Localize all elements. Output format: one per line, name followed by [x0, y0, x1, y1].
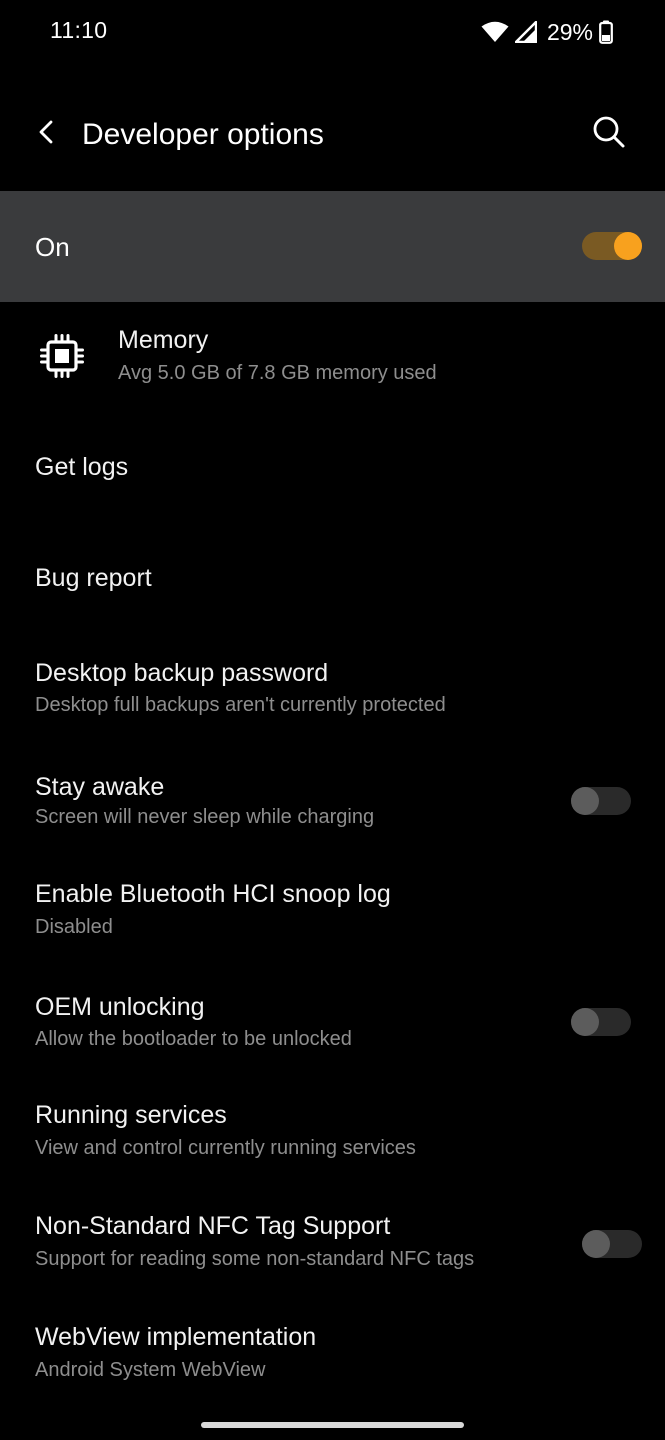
toggle-thumb	[582, 1230, 610, 1258]
app-bar: Developer options	[0, 80, 665, 190]
toggle-thumb	[571, 1008, 599, 1036]
status-bar: 11:10 29%	[0, 0, 665, 64]
master-switch-row[interactable]: On	[0, 191, 665, 302]
get-logs-title: Get logs	[35, 453, 129, 481]
oem-unlocking-toggle[interactable]	[571, 1008, 631, 1036]
nfc-tag-support-title: Non-Standard NFC Tag Support	[35, 1212, 391, 1240]
back-arrow-icon	[36, 118, 56, 151]
memory-chip-icon	[40, 334, 84, 378]
nfc-tag-support-subtitle: Support for reading some non-standard NF…	[35, 1248, 475, 1270]
status-time: 11:10	[50, 17, 108, 43]
stay-awake-row[interactable]: Stay awake Screen will never sleep while…	[0, 755, 665, 855]
stay-awake-title: Stay awake	[35, 773, 165, 801]
running-services-subtitle: View and control currently running servi…	[35, 1137, 416, 1159]
battery-icon	[599, 20, 613, 44]
toggle-thumb	[571, 787, 599, 815]
wifi-icon	[481, 20, 509, 44]
bluetooth-hci-snoop-subtitle: Disabled	[35, 916, 113, 938]
running-services-row[interactable]: Running services View and control curren…	[0, 1085, 665, 1185]
webview-implementation-title: WebView implementation	[35, 1323, 317, 1351]
bluetooth-hci-snoop-row[interactable]: Enable Bluetooth HCI snoop log Disabled	[0, 862, 665, 962]
memory-subtitle: Avg 5.0 GB of 7.8 GB memory used	[118, 362, 437, 384]
master-switch-label: On	[35, 232, 70, 262]
webview-implementation-subtitle: Android System WebView	[35, 1359, 266, 1381]
bug-report-row[interactable]: Bug report	[0, 530, 665, 630]
stay-awake-toggle[interactable]	[571, 787, 631, 815]
stay-awake-subtitle: Screen will never sleep while charging	[35, 806, 375, 828]
desktop-backup-password-title: Desktop backup password	[35, 659, 329, 687]
bluetooth-hci-snoop-title: Enable Bluetooth HCI snoop log	[35, 880, 391, 908]
home-indicator[interactable]	[201, 1422, 464, 1428]
desktop-backup-password-subtitle: Desktop full backups aren't currently pr…	[35, 694, 446, 716]
get-logs-row[interactable]: Get logs	[0, 420, 665, 520]
oem-unlocking-title: OEM unlocking	[35, 993, 205, 1021]
memory-row[interactable]: Memory Avg 5.0 GB of 7.8 GB memory used	[0, 310, 665, 420]
running-services-title: Running services	[35, 1101, 227, 1129]
desktop-backup-password-row[interactable]: Desktop backup password Desktop full bac…	[0, 640, 665, 745]
page-title: Developer options	[82, 118, 324, 151]
bug-report-title: Bug report	[35, 564, 152, 592]
toggle-thumb	[614, 232, 642, 260]
search-button[interactable]	[589, 114, 629, 154]
search-icon	[592, 115, 626, 154]
master-switch-toggle[interactable]	[582, 232, 642, 260]
status-icons: 29%	[481, 16, 613, 48]
nfc-tag-support-toggle[interactable]	[582, 1230, 642, 1258]
back-button[interactable]	[28, 114, 64, 154]
webview-implementation-row[interactable]: WebView implementation Android System We…	[0, 1306, 665, 1406]
battery-percent: 29%	[546, 18, 593, 45]
cell-signal-icon	[514, 21, 537, 43]
memory-title: Memory	[118, 326, 209, 354]
oem-unlocking-row[interactable]: OEM unlocking Allow the bootloader to be…	[0, 976, 665, 1076]
nfc-tag-support-row[interactable]: Non-Standard NFC Tag Support Support for…	[0, 1196, 665, 1296]
oem-unlocking-subtitle: Allow the bootloader to be unlocked	[35, 1028, 352, 1050]
